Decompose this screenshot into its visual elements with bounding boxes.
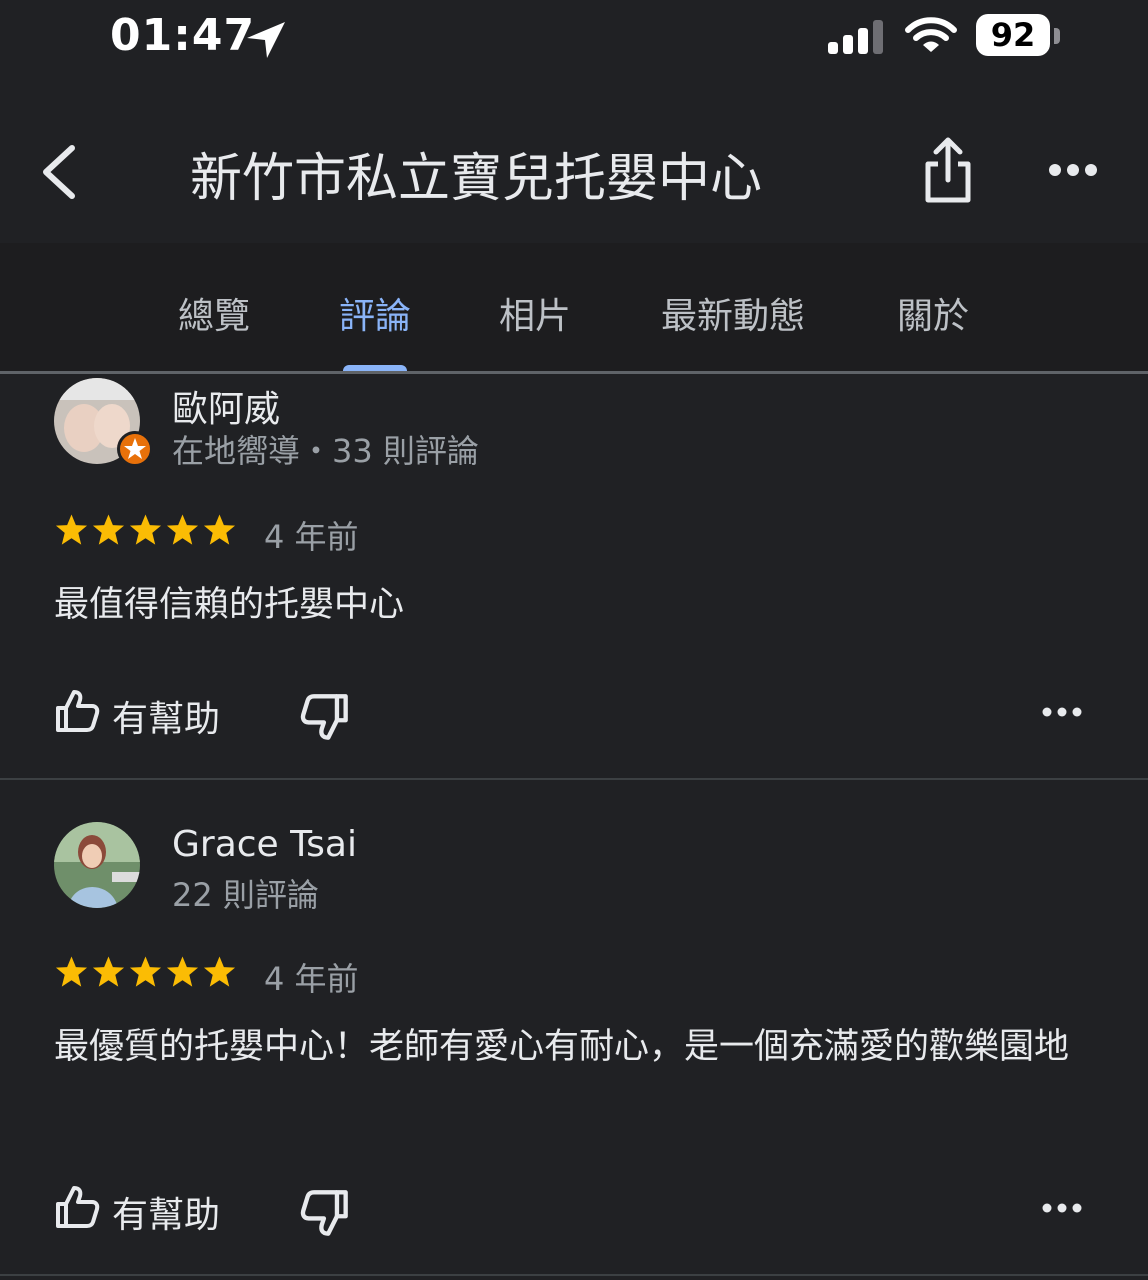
star-icon [203, 514, 236, 545]
reviewer-meta: 在地嚮導・33 則評論 [172, 432, 479, 470]
avatar[interactable] [54, 822, 140, 908]
place-header: 新竹市私立寶兒托嬰中心 [0, 100, 1148, 240]
star-rating [54, 954, 239, 994]
review-divider [0, 1274, 1148, 1276]
thumbs-up-icon [56, 1186, 100, 1228]
review-more-icon[interactable] [1040, 702, 1084, 722]
star-icon [129, 514, 162, 545]
thumbs-down-icon[interactable] [300, 1188, 350, 1238]
star-badge-icon [124, 438, 146, 459]
status-time: 01:47 [110, 10, 256, 61]
cellular-signal-icon [828, 20, 883, 54]
review-text: 最值得信賴的托嬰中心 [54, 585, 405, 625]
thumbs-down-icon[interactable] [300, 692, 350, 742]
review-date: 4 年前 [264, 960, 359, 998]
thumbs-up-icon [56, 690, 100, 732]
helpful-button[interactable]: 有幫助 [54, 1184, 254, 1236]
star-icon [55, 956, 88, 987]
status-bar: 01:47 92 [0, 0, 1148, 80]
back-button[interactable] [38, 142, 82, 202]
battery-tip [1054, 28, 1060, 44]
review-divider [0, 778, 1148, 780]
share-icon[interactable] [920, 136, 976, 208]
helpful-label: 有幫助 [112, 699, 221, 740]
review-date: 4 年前 [264, 518, 359, 556]
review-text: 最優質的托嬰中心！老師有愛心有耐心，是一個充滿愛的歡樂園地 [54, 1027, 1070, 1067]
star-icon [92, 514, 125, 545]
star-icon [92, 956, 125, 987]
star-rating [54, 512, 239, 552]
tab-reviews[interactable]: 評論 [339, 287, 411, 339]
tab-divider [0, 371, 1148, 374]
review-more-icon[interactable] [1040, 1198, 1084, 1218]
reviewer-meta: 22 則評論 [172, 876, 319, 914]
helpful-label: 有幫助 [112, 1195, 221, 1236]
tab-photos[interactable]: 相片 [499, 287, 571, 339]
star-icon [166, 514, 199, 545]
wifi-icon [905, 17, 957, 52]
location-arrow-icon [247, 22, 285, 58]
tab-overview[interactable]: 總覽 [178, 287, 250, 339]
tab-updates[interactable]: 最新動態 [661, 287, 805, 339]
battery-indicator: 92 [976, 14, 1050, 56]
tab-bar: 總覽 評論 相片 最新動態 關於 [0, 243, 1148, 371]
battery-level: 92 [990, 16, 1036, 54]
star-icon [166, 956, 199, 987]
star-icon [129, 956, 162, 987]
star-icon [55, 514, 88, 545]
helpful-button[interactable]: 有幫助 [54, 688, 254, 740]
more-options-icon[interactable] [1046, 156, 1100, 184]
tab-about[interactable]: 關於 [897, 287, 969, 339]
reviewer-name[interactable]: Grace Tsai [172, 824, 357, 865]
reviewer-name[interactable]: 歐阿威 [172, 380, 280, 432]
star-icon [203, 956, 236, 987]
page-title: 新竹市私立寶兒托嬰中心 [190, 149, 763, 209]
local-guide-badge [117, 431, 153, 467]
